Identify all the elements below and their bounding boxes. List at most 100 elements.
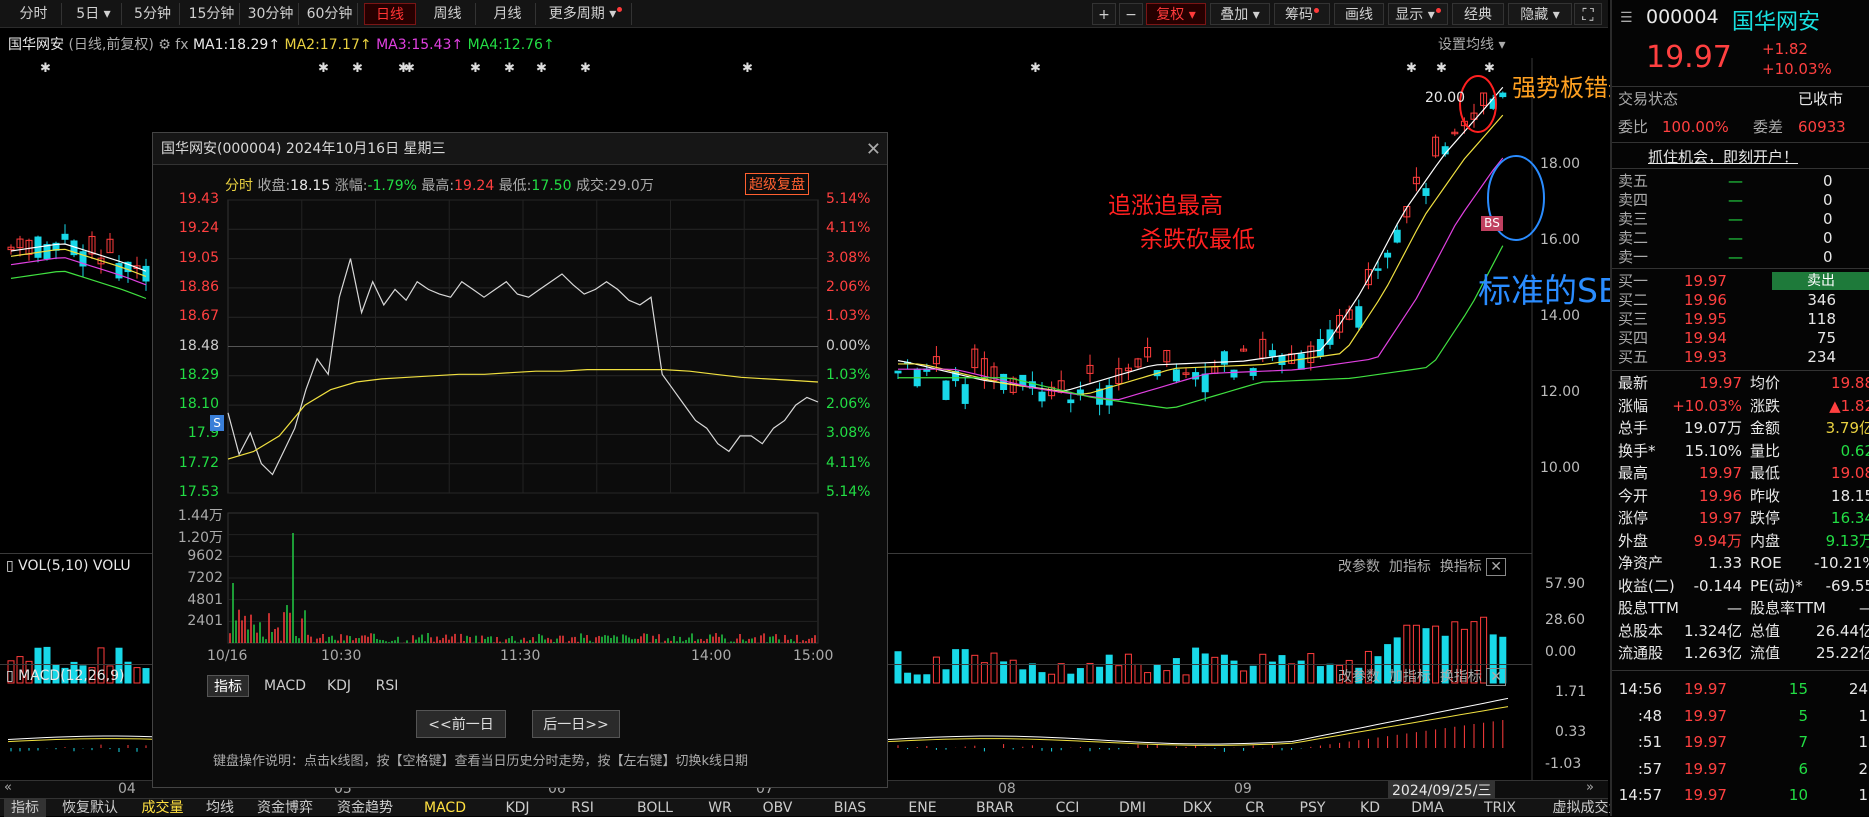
indicator-tab[interactable]: DMA [1399,799,1456,817]
scroll-left-icon[interactable]: « [4,780,12,795]
popup-tab-rsi[interactable]: RSI [369,675,405,697]
candle[interactable] [971,344,979,374]
candle[interactable] [1144,337,1152,362]
candle[interactable] [1412,167,1420,192]
chips-button[interactable]: 筹码 [1274,3,1330,25]
candle[interactable] [1249,367,1257,381]
prev-day-button[interactable]: <<前一日 [416,710,506,738]
candle[interactable] [1153,369,1161,380]
candle[interactable] [1384,249,1392,269]
open-account-link[interactable]: 抓住机会，即刻开户！ [1648,146,1798,167]
candle[interactable] [1067,391,1075,413]
indicator-tab[interactable]: DKX [1169,799,1226,817]
candle[interactable] [1355,299,1363,330]
candle[interactable] [61,224,69,245]
more-periods-dropdown[interactable]: 更多周期 ▾ [540,3,632,25]
candle[interactable] [1316,328,1324,359]
indicator-tab[interactable]: KD [1349,799,1391,817]
zoom-in-button[interactable]: + [1092,3,1116,25]
candle[interactable] [88,231,96,259]
indicator-tab[interactable]: BOLL [619,799,691,817]
candle[interactable] [1268,343,1276,361]
indicator-tab[interactable]: 成交量 [134,799,191,817]
indicator-tab[interactable]: CCI [1039,799,1096,817]
indicator-tab[interactable]: MACD [409,799,481,817]
period-tab-monthly[interactable]: 月线 [480,3,536,25]
add-indicator-link[interactable]: 加指标 [1389,669,1431,685]
popup-tab-macd[interactable]: MACD [261,675,309,697]
candle[interactable] [990,362,998,390]
candle[interactable] [1182,367,1190,379]
candle[interactable] [1086,354,1094,383]
candle[interactable] [25,238,33,261]
indicator-tab[interactable]: OBV [749,799,806,817]
edit-params-link[interactable]: 改参数 [1338,669,1380,685]
scroll-right-icon[interactable]: » [1586,780,1594,795]
period-tab-weekly[interactable]: 周线 [420,3,476,25]
candle[interactable] [1134,357,1142,369]
candle[interactable] [980,351,988,389]
candle[interactable] [961,377,969,410]
candle[interactable] [1499,91,1507,99]
popup-tab-kdj[interactable]: KDJ [319,675,359,697]
candle[interactable] [16,235,24,257]
candle[interactable] [1307,341,1315,371]
candle[interactable] [1480,92,1488,115]
period-tab-daily[interactable]: 日线 [364,3,416,25]
adjust-dropdown[interactable]: 复权 ▾ [1146,3,1206,25]
close-icon[interactable]: ✕ [1486,668,1506,686]
indicator-tab[interactable]: 指标 [4,799,46,817]
indicator-tab[interactable]: WR [699,799,741,817]
candle[interactable] [1220,350,1228,372]
next-day-button[interactable]: 后一日>> [532,710,620,738]
candle[interactable] [942,380,950,401]
period-tab-30min[interactable]: 30分钟 [243,3,299,25]
candle[interactable] [1451,128,1459,136]
zoom-out-button[interactable]: − [1119,3,1143,25]
s-badge[interactable]: S [210,415,224,431]
candle[interactable] [34,235,42,263]
indicator-tab[interactable]: DMI [1104,799,1161,817]
fullscreen-icon[interactable]: ⛶ [1574,3,1602,25]
indicator-tab[interactable]: RSI [554,799,611,817]
candle[interactable] [115,255,123,281]
candle[interactable] [1240,345,1248,352]
draw-line-button[interactable]: 画线 [1334,3,1384,25]
period-tab-60min[interactable]: 60分钟 [302,3,358,25]
indicator-tab[interactable]: PSY [1284,799,1341,817]
indicator-tab[interactable]: KDJ [489,799,546,817]
add-indicator-link[interactable]: 加指标 [1389,559,1431,575]
display-dropdown[interactable]: 显示 ▾ [1388,3,1448,25]
candle[interactable] [1441,142,1449,157]
switch-indicator-link[interactable]: 换指标 [1440,559,1482,575]
popup-tab-indicator[interactable]: 指标 [207,675,249,697]
bs-badge[interactable]: BS [1481,216,1503,231]
candle[interactable] [1326,320,1334,350]
indicator-tab[interactable]: BRAR [959,799,1031,817]
candle[interactable] [1230,369,1238,380]
period-tab-15min[interactable]: 15分钟 [184,3,240,25]
candle[interactable] [1201,362,1209,402]
close-icon[interactable]: ✕ [1486,558,1506,576]
candle[interactable] [1432,134,1440,158]
indicator-tab[interactable]: 恢复默认 [54,799,126,817]
edit-params-link[interactable]: 改参数 [1338,559,1380,575]
indicator-tab[interactable]: BIAS [814,799,886,817]
candle[interactable] [106,232,114,254]
switch-indicator-link[interactable]: 换指标 [1440,669,1482,685]
candle[interactable] [1172,363,1180,384]
candle[interactable] [1076,381,1084,401]
candle[interactable] [1470,103,1478,128]
hide-dropdown[interactable]: 隐藏 ▾ [1508,3,1572,25]
candle[interactable] [1019,374,1027,391]
candle[interactable] [142,258,150,291]
indicator-tab[interactable]: 资金博弈 [249,799,321,817]
sell-button[interactable]: 卖出 [1772,272,1869,290]
indicator-tab[interactable]: TRIX [1464,799,1536,817]
candle[interactable] [1374,260,1382,280]
candle[interactable] [1422,182,1430,205]
indicator-tab[interactable]: ENE [894,799,951,817]
menu-icon[interactable]: ☰ [1620,10,1633,26]
indicator-tab[interactable]: 资金趋势 [329,799,401,817]
overlay-dropdown[interactable]: 叠加 ▾ [1210,3,1270,25]
